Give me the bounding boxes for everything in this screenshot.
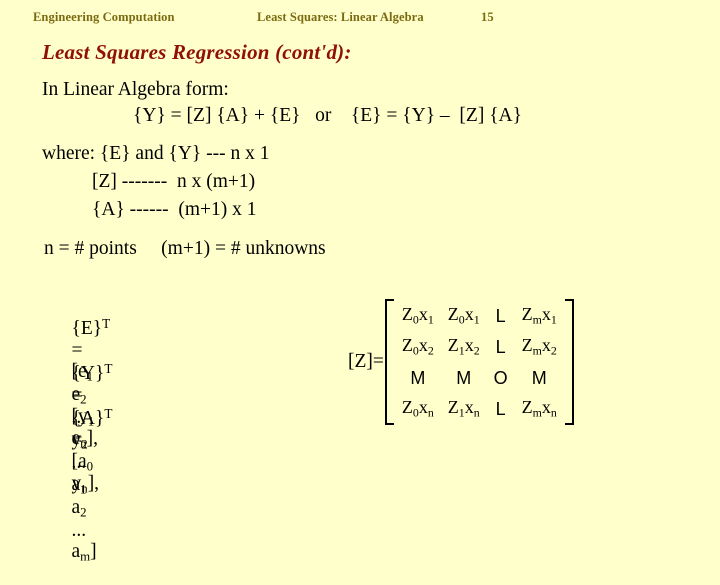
a-transpose-superscript: T [104, 406, 113, 422]
matrix-cell-ellipsis-horizontal: L [495, 336, 506, 357]
header-course-label: Engineering Computation [33, 10, 175, 24]
e-transpose-superscript: T [102, 316, 111, 332]
matrix-cell-ellipsis-vertical: M [456, 367, 472, 388]
cell-sub2: n [473, 405, 480, 420]
slide-title: Least Squares Regression (cont'd): [42, 40, 352, 64]
z-matrix-table: Z0x1 Z0x1 L Zmx1 Z0x2 Z1x2 L Zmx2 M M O … [395, 300, 564, 424]
matrix-cell-ellipsis-vertical: M [410, 367, 426, 388]
cell-base: Z [447, 396, 459, 417]
z-matrix-label-text: [Z] [348, 351, 373, 372]
text-a-dimensions: {A} ------ (m+1) x 1 [92, 199, 257, 220]
cell-base: Z [401, 303, 413, 324]
a-transpose-lhs: {A} [71, 408, 105, 430]
text-where-dimensions: where: {E} and {Y} --- n x 1 [42, 143, 270, 164]
a-transpose-term-4-base: a [71, 541, 81, 563]
z-matrix-block: [Z]= Z0x1 Z0x1 L Zmx1 Z0x2 Z1x2 L Zmx2 M [348, 292, 574, 432]
cell-base2: x [418, 303, 428, 324]
matrix-cell-ellipsis-horizontal: L [495, 398, 506, 419]
matrix-left-bracket [384, 299, 394, 425]
cell-sub2: 1 [550, 312, 557, 327]
cell-sub2: n [427, 405, 434, 420]
cell-sub2: 2 [550, 343, 557, 358]
a-transpose-equals: = [71, 429, 83, 451]
a-transpose-term-0-base: a [78, 451, 87, 473]
cell-sub2: 1 [473, 312, 480, 327]
cell-base2: x [464, 334, 474, 355]
cell-sub2: 2 [473, 343, 480, 358]
matrix-cell: Z0xn [395, 393, 441, 424]
cell-base2: x [464, 396, 474, 417]
cell-base: Z [401, 396, 413, 417]
matrix-row: Z0x2 Z1x2 L Zmx2 [395, 331, 564, 362]
cell-base2: x [418, 396, 428, 417]
cell-sub2: 1 [427, 312, 434, 327]
cell-sub: m [532, 405, 542, 420]
a-transpose-term-2-sub: 2 [80, 505, 87, 520]
cell-base2: x [541, 396, 551, 417]
equation-a-transpose: {A}T = [a0 a1 a2 ... am] [52, 386, 113, 585]
text-z-dimensions: [Z] ------- n x (m+1) [92, 171, 256, 192]
matrix-right-bracket [564, 299, 574, 425]
text-matrix-equation: {Y} = [Z] {A} + {E} or {E} = {Y} – [Z] {… [133, 105, 523, 126]
y-transpose-lhs: {Y} [71, 363, 105, 385]
a-transpose-term-1-base: a [71, 474, 81, 496]
a-transpose-term-1-sub: 1 [80, 482, 87, 497]
cell-base2: x [541, 303, 551, 324]
cell-base2: x [541, 334, 551, 355]
matrix-cell: Zmxn [515, 393, 564, 424]
matrix-cell-ellipsis-diagonal: O [493, 367, 508, 388]
cell-base: Z [521, 334, 533, 355]
matrix-row: M M O M [395, 362, 564, 393]
matrix-cell: Z1x2 [441, 331, 487, 362]
text-counts: n = # points (m+1) = # unknowns [44, 238, 326, 259]
header-topic-label: Least Squares: Linear Algebra [257, 10, 424, 24]
matrix-cell: Zmx2 [515, 331, 564, 362]
cell-base2: x [464, 303, 474, 324]
matrix-cell: Z1xn [441, 393, 487, 424]
y-transpose-superscript: T [104, 361, 113, 377]
cell-sub2: n [550, 405, 557, 420]
cell-base: Z [447, 303, 459, 324]
a-transpose-term-2-base: a [71, 496, 81, 518]
text-linear-algebra-form: In Linear Algebra form: [42, 79, 229, 100]
cell-base: Z [521, 303, 533, 324]
matrix-cell: Zmx1 [515, 300, 564, 331]
matrix-cell-ellipsis-horizontal: L [495, 305, 506, 326]
a-transpose-term-3-base: ... [71, 519, 87, 541]
matrix-cell: Z0x2 [395, 331, 441, 362]
matrix-row: Z0xn Z1xn L Zmxn [395, 393, 564, 424]
header-page-number: 15 [481, 10, 494, 24]
matrix-row: Z0x1 Z0x1 L Zmx1 [395, 300, 564, 331]
cell-base: Z [521, 396, 533, 417]
matrix-cell: Z0x1 [441, 300, 487, 331]
slide-canvas: Engineering Computation Least Squares: L… [0, 0, 720, 564]
a-transpose-close-bracket: ] [90, 541, 97, 563]
e-transpose-lhs: {E} [71, 318, 103, 340]
matrix-cell-ellipsis-vertical: M [531, 367, 547, 388]
cell-base: Z [447, 334, 459, 355]
matrix-cell: Z0x1 [395, 300, 441, 331]
a-transpose-term-0-sub: 0 [86, 460, 94, 474]
cell-base: Z [401, 334, 413, 355]
cell-sub: m [532, 343, 542, 358]
a-transpose-term-4-sub: m [80, 549, 91, 564]
cell-base2: x [418, 334, 428, 355]
cell-sub2: 2 [427, 343, 434, 358]
cell-sub: m [532, 312, 542, 327]
z-matrix-label: [Z]= [348, 351, 384, 373]
z-matrix-equals: = [372, 351, 384, 372]
slide-header: Engineering Computation Least Squares: L… [0, 10, 720, 30]
